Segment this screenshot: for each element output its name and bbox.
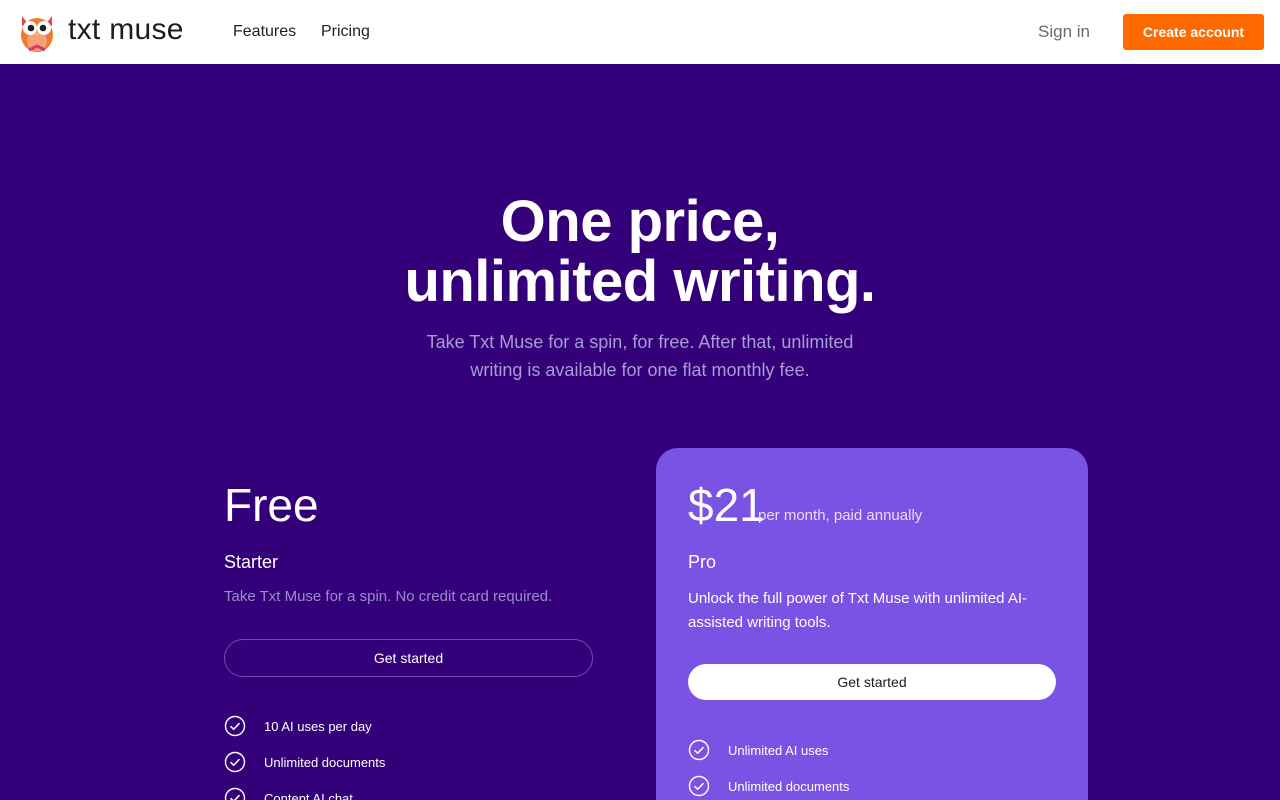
owl-logo-icon[interactable] bbox=[16, 10, 58, 54]
free-plan-price: Free bbox=[224, 479, 319, 531]
list-item: 10 AI uses per day bbox=[224, 708, 385, 744]
pro-plan-description: Unlock the full power of Txt Muse with u… bbox=[688, 590, 1028, 631]
hero-subtitle: Take Txt Muse for a spin, for free. Afte… bbox=[426, 332, 854, 380]
pro-plan-price-period: per month, paid annually bbox=[758, 507, 923, 524]
brand-name[interactable]: txt muse bbox=[68, 13, 184, 47]
pro-plan-price: $21 bbox=[688, 479, 765, 531]
check-circle-icon bbox=[224, 751, 246, 773]
list-item: Unlimited documents bbox=[224, 744, 385, 780]
check-circle-icon bbox=[688, 775, 710, 797]
feature-label: Unlimited AI uses bbox=[728, 742, 829, 758]
create-account-button[interactable]: Create account bbox=[1123, 14, 1264, 50]
hero-title-line-2: unlimited writing. bbox=[404, 249, 876, 314]
check-circle-icon bbox=[224, 715, 246, 737]
free-plan-description: Take Txt Muse for a spin. No credit card… bbox=[224, 588, 553, 605]
feature-label: Unlimited documents bbox=[728, 778, 850, 794]
feature-label: Unlimited documents bbox=[264, 754, 386, 770]
hero-title: One price, unlimited writing. bbox=[0, 192, 1280, 312]
free-feature-list: 10 AI uses per day Unlimited documents C… bbox=[224, 708, 385, 800]
feature-label: 10 AI uses per day bbox=[264, 718, 372, 734]
check-circle-icon bbox=[224, 787, 246, 800]
check-circle-icon bbox=[688, 739, 710, 761]
free-plan-name: Starter bbox=[224, 552, 279, 572]
feature-label: Content AI chat bbox=[264, 790, 353, 800]
hero-title-line-1: One price, bbox=[500, 189, 780, 254]
nav-features-link[interactable]: Features bbox=[233, 23, 296, 41]
nav-pricing-link[interactable]: Pricing bbox=[321, 23, 370, 41]
pro-feature-list: Unlimited AI uses Unlimited documents bbox=[688, 732, 849, 800]
list-item: Content AI chat bbox=[224, 780, 385, 800]
pro-get-started-button[interactable]: Get started bbox=[688, 664, 1056, 700]
free-get-started-button[interactable]: Get started bbox=[224, 639, 593, 677]
top-navigation-bar: txt muse Features Pricing Sign in Create… bbox=[0, 0, 1280, 64]
list-item: Unlimited documents bbox=[688, 768, 849, 800]
sign-in-link[interactable]: Sign in bbox=[1038, 22, 1090, 42]
list-item: Unlimited AI uses bbox=[688, 732, 849, 768]
pro-plan-name: Pro bbox=[688, 552, 717, 572]
